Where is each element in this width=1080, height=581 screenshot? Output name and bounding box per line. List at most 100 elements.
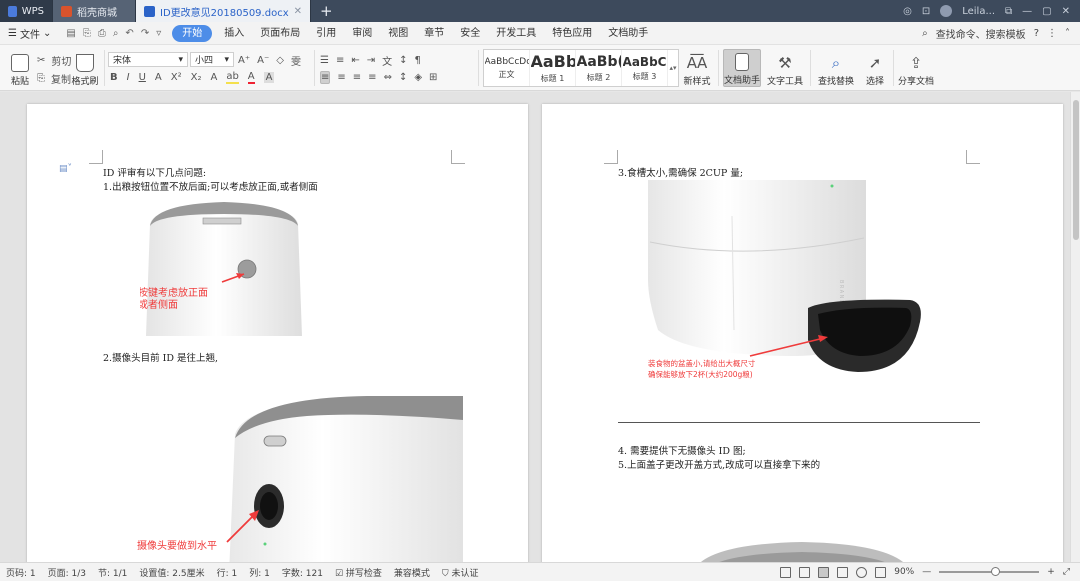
menu-tab-developer[interactable]: 开发工具 — [488, 22, 544, 45]
find-replace-button[interactable]: ⌕ 查找替换 — [815, 51, 857, 87]
print-preview-icon[interactable]: ⌕ — [113, 28, 119, 39]
text-effect-icon[interactable]: A — [210, 72, 217, 83]
collapse-ribbon-icon[interactable]: ˄ — [1065, 28, 1070, 39]
page-1[interactable]: ▤˅ ID 评审有以下几点问题: 1.出粮按钮位置不放后面;可以考虑放正面,或者… — [27, 104, 528, 562]
menu-tab-features[interactable]: 特色应用 — [544, 22, 600, 45]
phonetic-icon[interactable]: 雯 — [291, 53, 301, 68]
minimize-icon[interactable]: — — [1022, 6, 1032, 17]
zoom-slider[interactable] — [939, 567, 1040, 576]
user-name[interactable]: Leila... — [962, 6, 995, 17]
status-section[interactable]: 节: 1/1 — [92, 566, 133, 579]
clear-format-icon[interactable]: ◇ — [276, 55, 284, 66]
tab-document[interactable]: ID更改意见20180509.docx ✕ — [136, 0, 311, 22]
distribute-icon[interactable]: ⇔ — [384, 72, 392, 83]
document-workspace[interactable]: ▤˅ ID 评审有以下几点问题: 1.出粮按钮位置不放后面;可以考虑放正面,或者… — [0, 92, 1080, 562]
highlight-icon[interactable]: ab — [226, 71, 239, 84]
char-shading-icon[interactable]: A — [263, 72, 275, 83]
paste-button[interactable]: 粘贴 — [6, 51, 34, 87]
tab-wps[interactable]: WPS — [0, 0, 53, 22]
zoom-value[interactable]: 90% — [894, 567, 914, 577]
style-heading-2[interactable]: AaBb( 标题 2 — [576, 50, 622, 86]
menu-tab-review[interactable]: 审阅 — [344, 22, 380, 45]
help-icon[interactable]: ? — [1034, 28, 1039, 39]
menu-tab-view[interactable]: 视图 — [380, 22, 416, 45]
export-icon[interactable]: ⎘ — [83, 28, 91, 39]
increase-indent-icon[interactable]: ⇥ — [367, 55, 375, 66]
fullscreen-view-icon[interactable] — [780, 566, 792, 578]
style-normal[interactable]: AaBbCcDd 正文 — [484, 50, 530, 86]
bold-icon[interactable]: B — [110, 72, 118, 83]
undo-icon[interactable]: ↶ — [125, 28, 133, 39]
status-pages[interactable]: 页面: 1/3 — [42, 566, 92, 579]
page-2[interactable]: 3.食槽太小,需确保 2CUP 量; BRAND 装食物的盆盖小,请给出大概尺寸… — [542, 104, 1063, 562]
align-right-icon[interactable]: ≡ — [353, 72, 361, 83]
web-view-icon[interactable] — [856, 566, 868, 578]
status-setting[interactable]: 设置值: 2.5厘米 — [133, 566, 210, 579]
select-button[interactable]: ➚ 选择 — [860, 51, 890, 87]
tab-store[interactable]: 稻壳商城 — [53, 0, 136, 22]
spell-check-toggle[interactable]: ☑ 拼写检查 — [329, 566, 388, 579]
vertical-scrollbar[interactable] — [1070, 92, 1080, 562]
style-heading-1[interactable]: AaBb 标题 1 — [530, 50, 576, 86]
close-tab-icon[interactable]: ✕ — [294, 6, 302, 17]
fit-page-icon[interactable]: ⤢ — [1063, 567, 1070, 577]
font-size-select[interactable]: 小四 ▾ — [190, 52, 234, 67]
cut-button[interactable]: ✂ 剪切 — [37, 53, 71, 68]
decrease-indent-icon[interactable]: ⇤ — [351, 55, 359, 66]
file-menu[interactable]: ☰ 文件 ⌄ — [0, 26, 59, 41]
underline-icon[interactable]: U — [139, 72, 146, 83]
chinese-layout-icon[interactable]: 文 — [382, 53, 392, 68]
status-word-count[interactable]: 字数: 121 — [276, 566, 329, 579]
bullet-list-icon[interactable]: ☰ — [320, 55, 329, 66]
page-view-icon[interactable] — [818, 566, 830, 578]
shading-icon[interactable]: ◈ — [414, 72, 422, 83]
superscript-icon[interactable]: X² — [171, 72, 182, 83]
restore-icon[interactable]: ⧉ — [1005, 6, 1012, 17]
new-tab-button[interactable]: + — [311, 0, 342, 22]
more-icon[interactable]: ⋮ — [1047, 28, 1057, 39]
product-photo-1[interactable]: 按键考虑放正面 或者侧面 — [140, 194, 308, 336]
zoom-slider-knob[interactable] — [991, 567, 1001, 576]
scrollbar-thumb[interactable] — [1073, 100, 1079, 240]
menu-tab-security[interactable]: 安全 — [452, 22, 488, 45]
shrink-font-icon[interactable]: A⁻ — [257, 55, 269, 66]
status-page-number[interactable]: 页码: 1 — [0, 566, 42, 579]
menu-tab-assistant[interactable]: 文档助手 — [600, 22, 656, 45]
align-left-icon[interactable]: ≡ — [320, 71, 331, 84]
redo-icon[interactable]: ↷ — [141, 28, 149, 39]
font-name-select[interactable]: 宋体 ▾ — [108, 52, 188, 67]
grow-font-icon[interactable]: A⁺ — [238, 55, 250, 66]
menu-tab-home[interactable]: 开始 — [172, 24, 213, 42]
line-spacing-icon[interactable]: ↕ — [399, 72, 407, 83]
show-marks-icon[interactable]: ¶ — [415, 55, 421, 66]
reading-view-icon[interactable] — [799, 566, 811, 578]
italic-icon[interactable]: I — [127, 72, 130, 83]
text-tools-button[interactable]: ⚒ 文字工具 — [765, 51, 805, 87]
zoom-out-icon[interactable]: — — [922, 567, 931, 577]
outline-view-icon[interactable] — [837, 566, 849, 578]
menu-tab-layout[interactable]: 页面布局 — [252, 22, 308, 45]
copy-button[interactable]: ⎘ 复制 — [37, 71, 71, 86]
share-button[interactable]: ⇪ 分享文档 — [897, 51, 935, 87]
style-gallery-scroll[interactable]: ▴▾ — [668, 50, 678, 86]
customize-icon[interactable]: ▿ — [156, 28, 161, 39]
maximize-icon[interactable]: ▢ — [1042, 6, 1051, 17]
align-center-icon[interactable]: ≡ — [337, 72, 345, 83]
subscript-icon[interactable]: X₂ — [191, 72, 202, 83]
skin-icon[interactable]: ◎ — [903, 6, 912, 17]
menu-tab-section[interactable]: 章节 — [416, 22, 452, 45]
print-icon[interactable]: ⎙ — [98, 28, 106, 39]
zoom-in-icon[interactable]: + — [1047, 567, 1055, 577]
status-column[interactable]: 列: 1 — [243, 566, 276, 579]
close-window-icon[interactable]: ✕ — [1062, 6, 1070, 17]
new-style-button[interactable]: A͞A 新样式 — [680, 51, 714, 87]
format-painter-button[interactable]: 格式刷 — [70, 51, 100, 87]
strikethrough-icon[interactable]: A — [155, 72, 162, 83]
avatar[interactable] — [940, 5, 953, 17]
borders-icon[interactable]: ⊞ — [429, 72, 437, 83]
sort-icon[interactable]: ↕ — [399, 55, 407, 66]
font-color-icon[interactable]: A — [247, 71, 255, 84]
product-photo-3[interactable]: BRAND 装食物的盆盖小,请给出大概尺寸 确保能够放下2杯(大约200g粮) — [648, 180, 924, 390]
justify-icon[interactable]: ≡ — [368, 72, 376, 83]
menu-tab-references[interactable]: 引用 — [308, 22, 344, 45]
